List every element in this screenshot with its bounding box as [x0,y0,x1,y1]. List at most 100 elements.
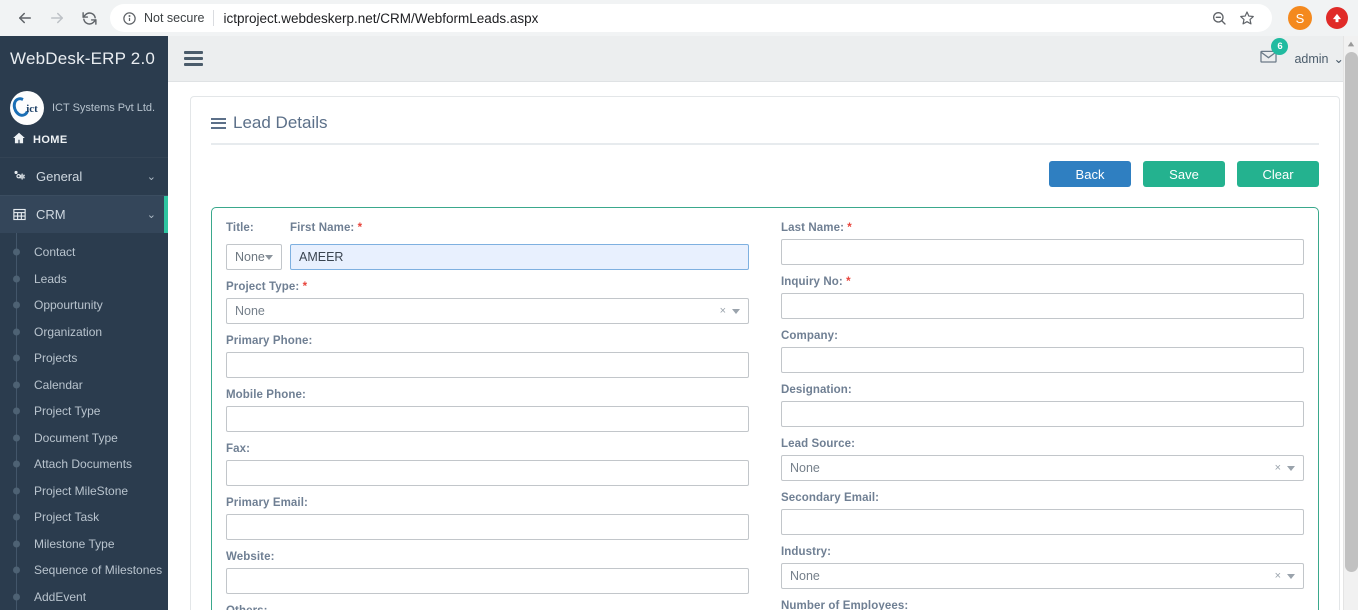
project-type-select[interactable]: None × [226,298,749,324]
others-label: Others: [226,605,749,610]
sidebar-submenu-crm: Contact Leads Oppourtunity Organization … [0,233,168,610]
scroll-up-arrow-icon[interactable] [1344,36,1358,51]
form-column-left: Title: First Name: * None AMEER Project … [226,222,765,610]
content-area: Lead Details Back Save Clear Title: Firs… [168,82,1358,610]
field-title-firstname: Title: First Name: * None AMEER [226,222,749,270]
grid-icon [12,207,32,222]
sidebar-item-label: Contact [34,245,76,260]
browser-toolbar-icons: S [1280,6,1348,30]
secondary-email-label: Secondary Email: [781,492,880,504]
fax-input[interactable] [226,460,749,486]
primary-phone-input[interactable] [226,352,749,378]
sidebar-item-label: Document Type [34,430,118,445]
sidebar-item-organization[interactable]: Organization [0,319,168,346]
website-input[interactable] [226,568,749,594]
sidebar-item-home[interactable]: HOME [0,127,168,157]
sidebar-item-milestone-type[interactable]: Milestone Type [0,531,168,558]
industry-select[interactable]: None × [781,563,1304,589]
sidebar-item-label: Project MileStone [34,483,129,498]
sidebar-item-sequence-of-milestones[interactable]: Sequence of Milestones [0,557,168,584]
required-marker: * [847,222,852,234]
clear-selection-icon[interactable]: × [1275,570,1281,582]
last-name-input[interactable] [781,239,1304,265]
sidebar-item-document-type[interactable]: Document Type [0,425,168,452]
required-marker: * [846,276,851,288]
app-brand: WebDesk-ERP 2.0 [10,49,156,68]
zoom-out-icon[interactable] [1206,5,1232,31]
inquiry-no-label: Inquiry No: * [781,276,1304,288]
vertical-scrollbar[interactable] [1343,36,1358,610]
back-button[interactable] [10,3,40,33]
first-name-label: First Name: * [290,222,362,234]
field-mobile-phone: Mobile Phone: [226,389,749,432]
page-title: Lead Details [211,113,1319,143]
sidebar-item-addevent[interactable]: AddEvent [0,584,168,610]
designation-label: Designation: [781,384,852,396]
sidebar-group-general[interactable]: General ⌄ [0,157,168,195]
sidebar-item-projects[interactable]: Projects [0,345,168,372]
clear-button[interactable]: Clear [1237,161,1319,187]
field-inquiry-no: Inquiry No: * [781,276,1304,319]
omnibox-actions [1206,5,1260,31]
reload-button[interactable] [74,3,104,33]
number-of-employees-label: Number of Employees: [781,600,909,610]
sidebar-item-attach-documents[interactable]: Attach Documents [0,451,168,478]
arrow-left-icon [19,12,31,24]
user-menu[interactable]: admin ⌄ [1294,51,1344,67]
sidebar-item-project-type[interactable]: Project Type [0,398,168,425]
arrow-right-icon [51,12,63,24]
first-name-label-text: First Name: [290,222,355,234]
sidebar-group-label: General [36,169,83,184]
field-last-name: Last Name: * [781,222,1304,265]
primary-phone-label: Primary Phone: [226,335,313,347]
primary-email-label: Primary Email: [226,497,308,509]
sidebar-item-project-task[interactable]: Project Task [0,504,168,531]
sidebar-item-contact[interactable]: Contact [0,239,168,266]
address-bar[interactable]: Not secure ictproject.webdeskerp.net/CRM… [110,4,1272,32]
field-industry: Industry: None × [781,546,1304,589]
mobile-phone-input[interactable] [226,406,749,432]
clear-selection-icon[interactable]: × [720,305,726,317]
star-icon[interactable] [1234,5,1260,31]
fax-label: Fax: [226,443,251,455]
list-icon [211,117,226,129]
save-button[interactable]: Save [1143,161,1225,187]
scrollbar-thumb[interactable] [1345,52,1358,572]
security-status: Not secure [144,11,205,25]
inquiry-no-input[interactable] [781,293,1304,319]
lead-source-select[interactable]: None × [781,455,1304,481]
caret-down-icon [265,254,273,260]
ict-logo-icon: ict [10,91,44,125]
sidebar-item-label: Calendar [34,377,83,392]
hamburger-icon[interactable] [184,51,203,66]
upload-arrow-icon[interactable] [1326,7,1348,29]
title-firstname-row: None AMEER [226,244,749,270]
sidebar-item-calendar[interactable]: Calendar [0,372,168,399]
sidebar-item-leads[interactable]: Leads [0,266,168,293]
action-buttons: Back Save Clear [211,161,1319,187]
labels-row: Title: First Name: * [226,222,749,239]
back-button[interactable]: Back [1049,161,1131,187]
primary-email-input[interactable] [226,514,749,540]
sidebar-item-oppourtunity[interactable]: Oppourtunity [0,292,168,319]
messages-badge: 6 [1271,37,1289,55]
sidebar-item-label: Organization [34,324,103,339]
forward-button[interactable] [42,3,72,33]
sidebar-item-project-milestone[interactable]: Project MileStone [0,478,168,505]
title-select[interactable]: None [226,244,282,270]
clear-selection-icon[interactable]: × [1275,462,1281,474]
profile-avatar[interactable]: S [1288,6,1312,30]
company-input[interactable] [781,347,1304,373]
first-name-input[interactable]: AMEER [290,244,749,270]
designation-input[interactable] [781,401,1304,427]
sidebar-item-label: Oppourtunity [34,298,103,313]
secondary-email-input[interactable] [781,509,1304,535]
page-title-text: Lead Details [233,113,328,132]
lead-details-card: Lead Details Back Save Clear Title: Firs… [190,96,1340,610]
sidebar-group-crm[interactable]: CRM ⌄ [0,195,168,233]
sidebar-item-label: Leads [34,271,67,286]
title-label: Title: [226,222,254,234]
messages-button[interactable]: 6 [1259,37,1289,71]
reload-icon [81,11,97,25]
field-primary-phone: Primary Phone: [226,335,749,378]
